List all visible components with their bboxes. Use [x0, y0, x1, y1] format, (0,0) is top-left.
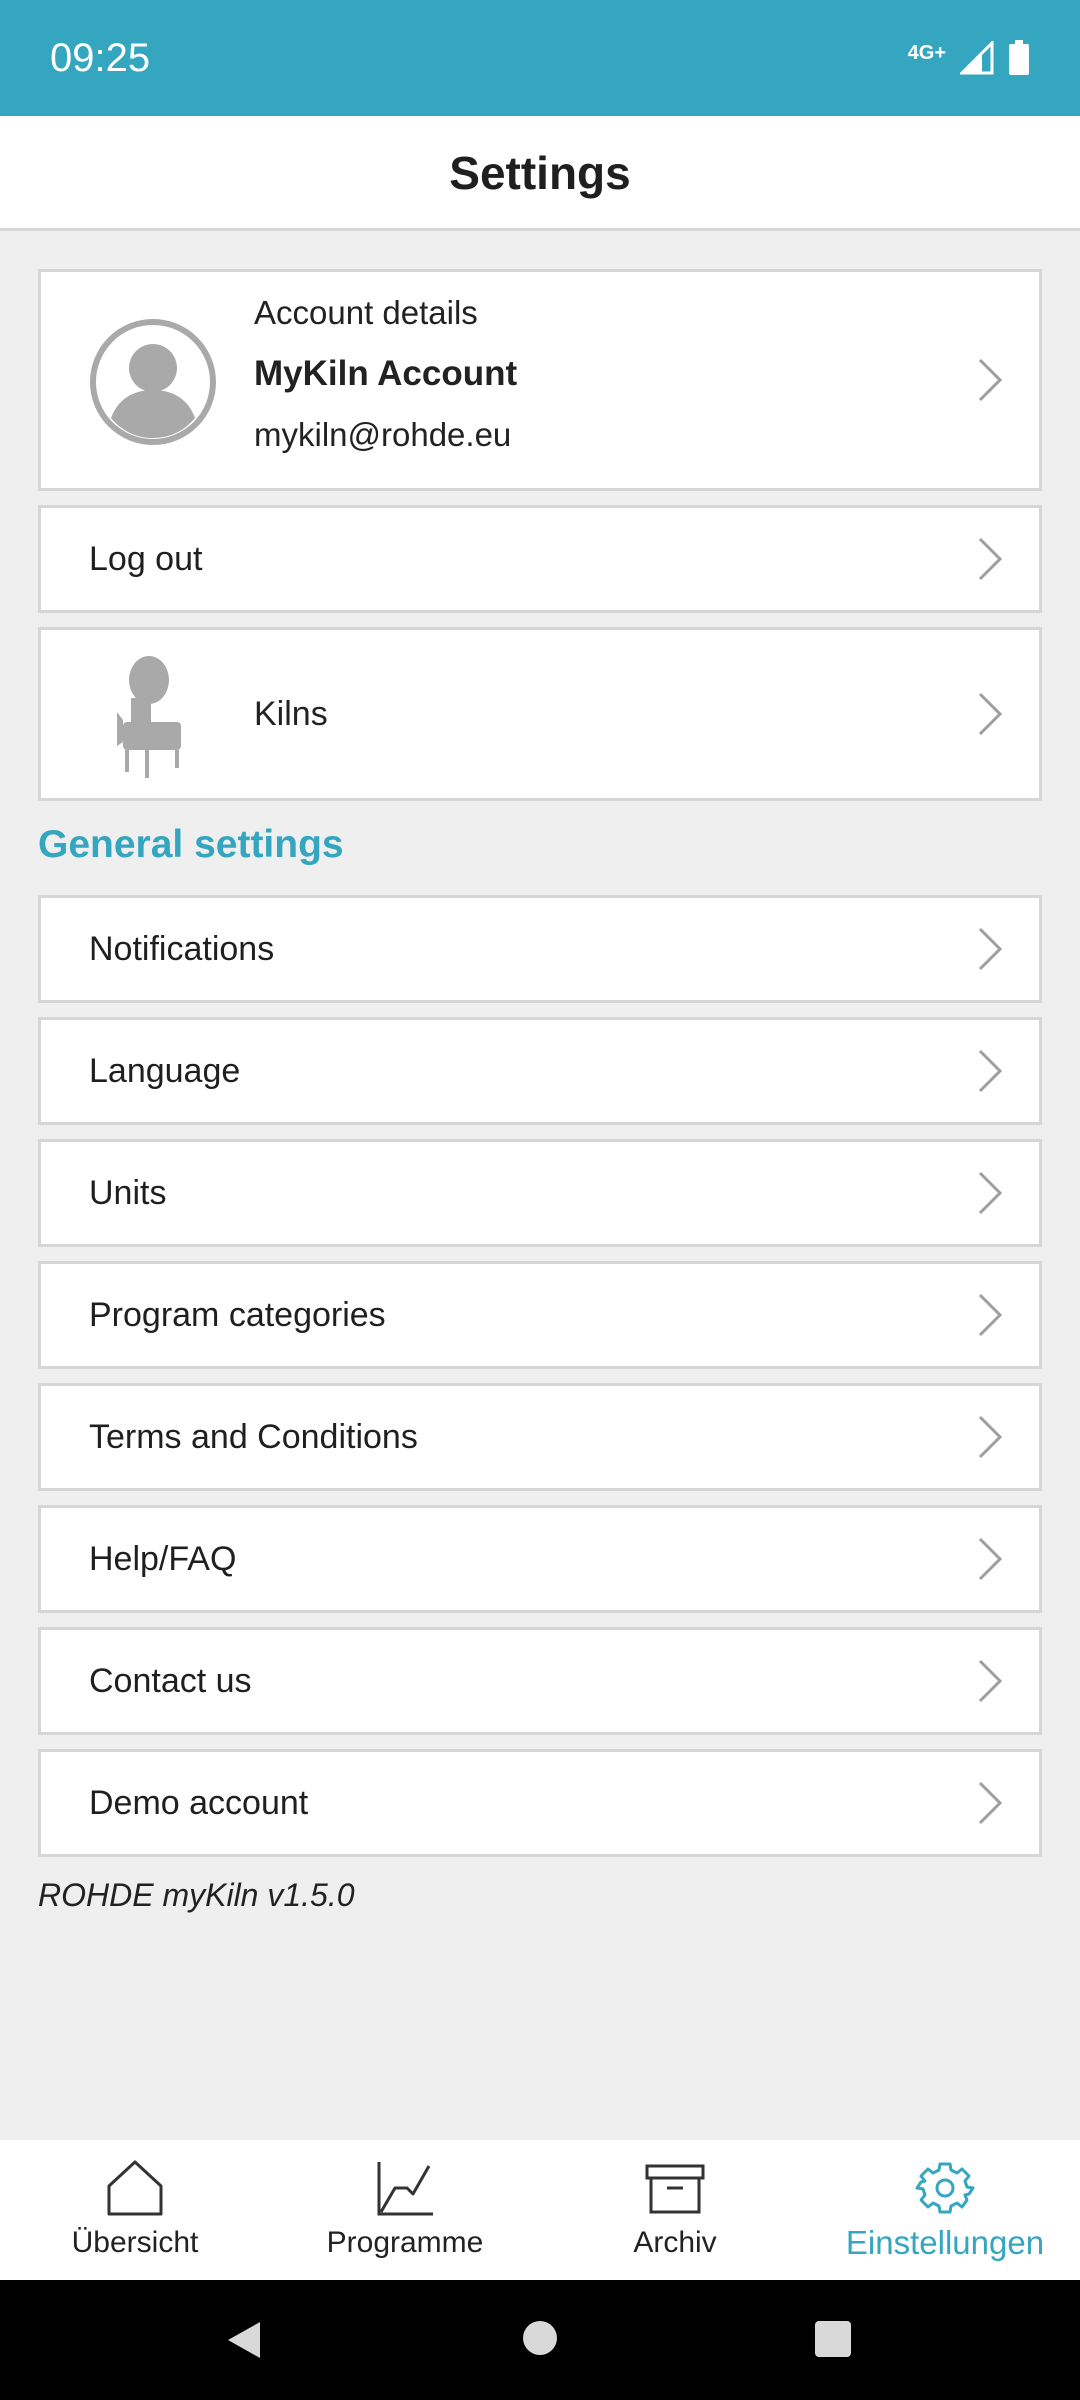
settings-item-label: Language	[89, 1052, 241, 1090]
chevron-right-icon	[978, 1171, 1003, 1215]
status-icons: 4G+	[908, 40, 1030, 76]
nav-item-einstellungen[interactable]: Einstellungen	[810, 2140, 1080, 2280]
logout-label: Log out	[89, 540, 203, 578]
status-time: 09:25	[50, 36, 151, 80]
kilns-label: Kilns	[254, 695, 328, 733]
chevron-right-icon	[978, 1781, 1003, 1825]
gear-icon	[915, 2162, 975, 2214]
settings-item-label: Program categories	[89, 1296, 386, 1334]
chevron-right-icon	[978, 1659, 1003, 1703]
chart-line-icon	[377, 2162, 433, 2216]
settings-item-label: Help/FAQ	[89, 1540, 237, 1578]
nav-label: Programme	[326, 2226, 484, 2259]
nav-item-uebersicht[interactable]: Übersicht	[0, 2140, 270, 2280]
settings-item-demo-account[interactable]: Demo account	[38, 1749, 1042, 1857]
settings-item-label: Contact us	[89, 1662, 252, 1700]
settings-item-label: Terms and Conditions	[89, 1418, 418, 1456]
kilns-button[interactable]: Kilns	[38, 627, 1042, 801]
settings-item-terms[interactable]: Terms and Conditions	[38, 1383, 1042, 1491]
back-icon[interactable]	[224, 2320, 264, 2360]
chevron-right-icon	[978, 692, 1003, 736]
chevron-right-icon	[978, 927, 1003, 971]
settings-item-notifications[interactable]: Notifications	[38, 895, 1042, 1003]
bottom-nav: Übersicht Programme Archiv Einstellungen	[0, 2140, 1080, 2280]
kiln-icon	[117, 656, 181, 778]
avatar-icon	[90, 319, 216, 445]
archive-box-icon	[645, 2164, 705, 2214]
nav-label: Archiv	[633, 2226, 717, 2259]
chevron-right-icon	[978, 1049, 1003, 1093]
system-nav-bar	[0, 2280, 1080, 2400]
account-details-card[interactable]: Account details MyKiln Account mykiln@ro…	[38, 269, 1042, 491]
recents-icon[interactable]	[814, 2320, 852, 2358]
nav-item-programme[interactable]: Programme	[270, 2140, 540, 2280]
settings-content: Account details MyKiln Account mykiln@ro…	[38, 269, 1042, 1914]
home-icon	[107, 2160, 163, 2216]
app-version: ROHDE myKiln v1.5.0	[38, 1877, 355, 1913]
page-title: Settings	[449, 147, 631, 199]
chevron-right-icon	[978, 537, 1003, 581]
chevron-right-icon	[978, 358, 1003, 402]
chevron-right-icon	[978, 1293, 1003, 1337]
account-info: Account details MyKiln Account mykiln@ro…	[254, 294, 517, 454]
settings-item-label: Units	[89, 1174, 167, 1212]
home-button-icon[interactable]	[522, 2320, 558, 2356]
chevron-right-icon	[978, 1537, 1003, 1581]
battery-icon	[1009, 40, 1029, 75]
status-bar: 09:25 4G+	[0, 0, 1080, 116]
settings-item-program-categories[interactable]: Program categories	[38, 1261, 1042, 1369]
settings-item-label: Notifications	[89, 930, 275, 968]
settings-item-units[interactable]: Units	[38, 1139, 1042, 1247]
signal-icon	[960, 41, 994, 75]
account-email: mykiln@rohde.eu	[254, 416, 512, 453]
network-type-label: 4G+	[907, 41, 946, 64]
account-details-heading: Account details	[254, 294, 478, 331]
account-name: MyKiln Account	[254, 354, 518, 393]
settings-item-label: Demo account	[89, 1784, 309, 1822]
nav-item-archiv[interactable]: Archiv	[540, 2140, 810, 2280]
settings-item-contact-us[interactable]: Contact us	[38, 1627, 1042, 1735]
chevron-right-icon	[978, 1415, 1003, 1459]
settings-item-help-faq[interactable]: Help/FAQ	[38, 1505, 1042, 1613]
app-header: Settings	[0, 116, 1080, 231]
logout-button[interactable]: Log out	[38, 505, 1042, 613]
settings-item-language[interactable]: Language	[38, 1017, 1042, 1125]
nav-label: Einstellungen	[845, 2224, 1045, 2261]
nav-label: Übersicht	[71, 2226, 199, 2259]
general-settings-heading: General settings	[38, 823, 344, 866]
